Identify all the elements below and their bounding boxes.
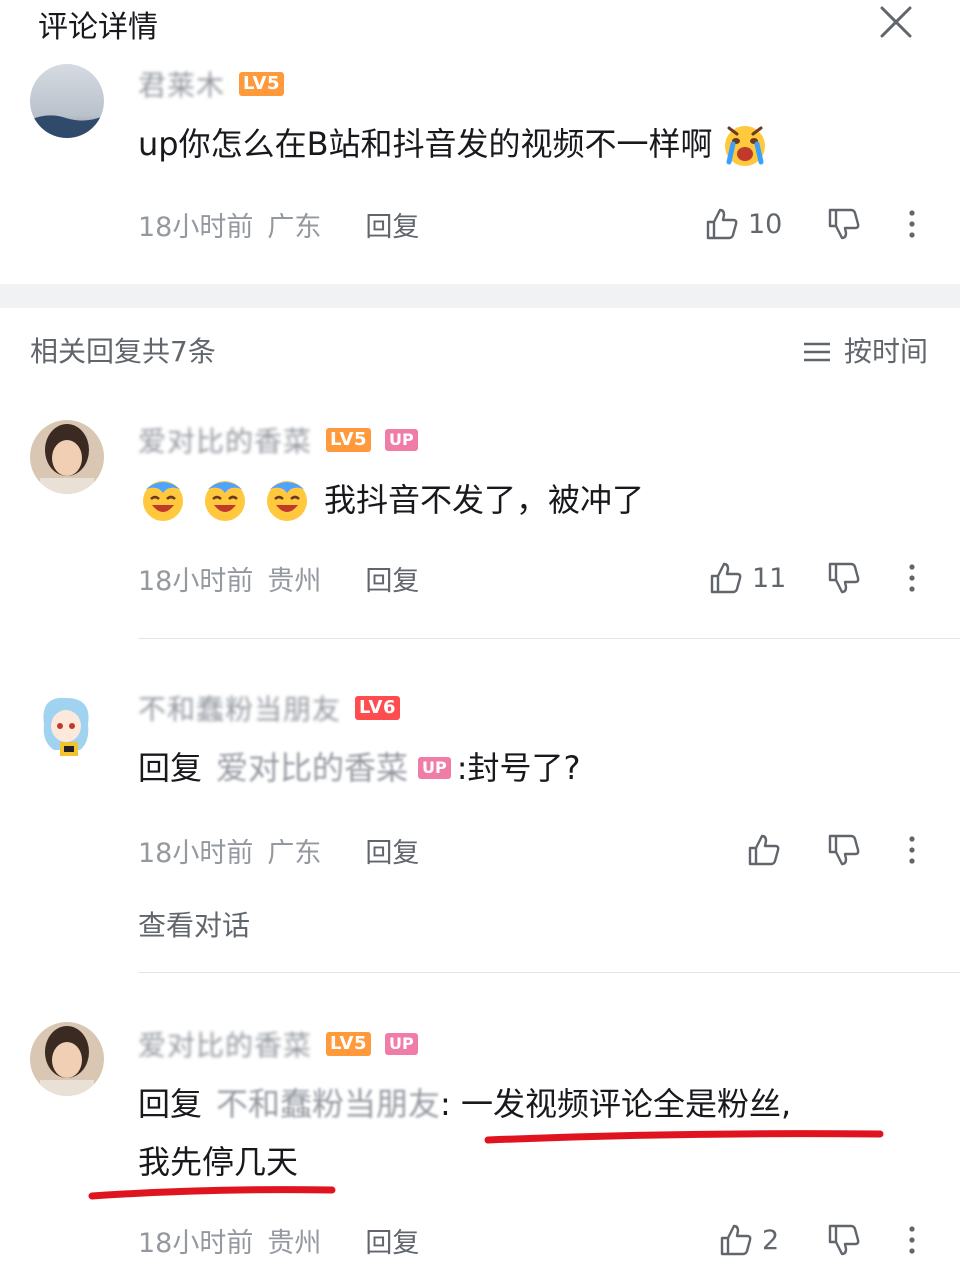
- divider: [138, 972, 960, 973]
- comment-content: 回复 不和蠢粉当朋友 : 一发视频评论全是粉丝,: [138, 1076, 791, 1132]
- more-dots-icon: [909, 564, 915, 592]
- mention-username[interactable]: 爱对比的香菜: [216, 740, 408, 796]
- dislike-button[interactable]: [824, 204, 864, 244]
- up-badge: UP: [384, 429, 418, 451]
- like-count: 10: [748, 208, 783, 240]
- level-badge: LV6: [355, 696, 400, 720]
- more-button[interactable]: [892, 1220, 932, 1260]
- mention-username[interactable]: 不和蠢粉当朋友: [216, 1076, 440, 1132]
- like-button[interactable]: 11: [708, 560, 786, 596]
- username[interactable]: 君莱木: [138, 64, 225, 104]
- like-button[interactable]: 10: [704, 206, 782, 242]
- username-row: 君莱木 LV5: [138, 66, 284, 102]
- comment-meta: 18小时前 广东 回复: [138, 830, 419, 870]
- comment-meta: 18小时前 贵州 回复: [138, 1220, 419, 1260]
- level-badge: LV5: [326, 428, 371, 452]
- like-button[interactable]: 2: [718, 1222, 779, 1258]
- sort-button[interactable]: 按时间: [802, 330, 928, 374]
- more-button[interactable]: [892, 830, 932, 870]
- dislike-button[interactable]: [824, 1220, 864, 1260]
- reply-count: 相关回复共7条: [30, 335, 216, 368]
- level-badge: LV5: [239, 72, 284, 96]
- thumbs-down-icon: [828, 562, 860, 594]
- header: 评论详情: [0, 0, 960, 48]
- comment-meta: 18小时前 广东 回复: [138, 204, 419, 244]
- comment-content: up你怎么在B站和抖音发的视频不一样啊: [138, 116, 771, 172]
- replies-header: 相关回复共7条 按时间: [0, 330, 960, 374]
- comment-meta: 18小时前 贵州 回复: [138, 558, 419, 598]
- dislike-button[interactable]: [824, 830, 864, 870]
- close-button[interactable]: [876, 2, 916, 42]
- level-badge: LV5: [326, 1032, 371, 1056]
- up-badge: UP: [384, 1033, 418, 1055]
- laughing-emoji-icon: [143, 481, 183, 521]
- more-dots-icon: [909, 210, 915, 238]
- laughing-emoji-icon: [267, 481, 307, 521]
- like-count: 11: [752, 562, 787, 594]
- more-button[interactable]: [892, 204, 932, 244]
- comment-text: up你怎么在B站和抖音发的视频不一样啊: [138, 125, 713, 163]
- thumbs-down-icon: [828, 208, 860, 240]
- comment-content-line2: 我先停几天: [138, 1134, 298, 1190]
- like-count: 2: [762, 1224, 780, 1256]
- comment-content: 回复 爱对比的香菜 UP :封号了?: [138, 740, 581, 796]
- username[interactable]: 不和蠢粉当朋友: [138, 688, 341, 728]
- username-row: 爱对比的香菜 LV5 UP: [138, 1026, 418, 1062]
- timestamp: 18小时前: [138, 565, 254, 597]
- region: 广东: [267, 837, 322, 869]
- comment-text-line1: : 一发视频评论全是粉丝,: [440, 1085, 792, 1123]
- up-badge: UP: [418, 757, 451, 779]
- close-icon: [880, 6, 912, 38]
- thumbs-up-icon: [748, 834, 780, 866]
- more-dots-icon: [909, 1226, 915, 1254]
- sort-label: 按时间: [843, 335, 928, 368]
- like-button[interactable]: [746, 832, 790, 868]
- timestamp: 18小时前: [138, 837, 254, 869]
- username[interactable]: 爱对比的香菜: [138, 1024, 312, 1064]
- reply-button[interactable]: 回复: [365, 559, 419, 598]
- more-button[interactable]: [892, 558, 932, 598]
- reply-button[interactable]: 回复: [365, 831, 419, 870]
- dislike-button[interactable]: [824, 558, 864, 598]
- comment-actions: 10: [704, 204, 782, 244]
- page-title: 评论详情: [38, 10, 158, 45]
- thumbs-up-icon: [706, 208, 738, 240]
- reply-button[interactable]: 回复: [365, 205, 419, 244]
- username-row: 不和蠢粉当朋友 LV6: [138, 690, 400, 726]
- comment-content: 我抖音不发了，被冲了: [138, 472, 644, 528]
- region: 贵州: [267, 1227, 322, 1259]
- avatar[interactable]: [30, 1022, 104, 1096]
- section-divider: [0, 284, 960, 308]
- comment-actions: 11: [708, 558, 786, 598]
- avatar[interactable]: [30, 690, 104, 764]
- comment-text-line2: 我先停几天: [138, 1143, 299, 1181]
- crying-emoji-icon: [724, 126, 765, 166]
- username-row: 爱对比的香菜 LV5 UP: [138, 422, 418, 458]
- region: 广东: [267, 211, 322, 243]
- reply-prefix: 回复: [138, 1085, 203, 1123]
- divider: [138, 638, 960, 639]
- view-conversation-link[interactable]: 查看对话: [138, 906, 250, 946]
- sort-icon: [803, 342, 830, 362]
- thumbs-down-icon: [828, 1224, 860, 1256]
- timestamp: 18小时前: [138, 1227, 254, 1259]
- more-dots-icon: [909, 836, 915, 864]
- comment-actions: [746, 830, 790, 870]
- comment-actions: 2: [718, 1220, 779, 1260]
- region: 贵州: [267, 565, 322, 597]
- thumbs-down-icon: [828, 834, 860, 866]
- thumbs-up-icon: [720, 1224, 752, 1256]
- laughing-emoji-icon: [205, 481, 245, 521]
- reply-prefix: 回复: [138, 749, 203, 787]
- comment-text: :封号了?: [456, 749, 581, 787]
- username[interactable]: 爱对比的香菜: [138, 420, 312, 460]
- comment-text: 我抖音不发了，被冲了: [324, 481, 645, 519]
- reply-button[interactable]: 回复: [365, 1221, 419, 1260]
- thumbs-up-icon: [710, 562, 742, 594]
- avatar[interactable]: [30, 64, 104, 138]
- avatar[interactable]: [30, 420, 104, 494]
- timestamp: 18小时前: [138, 211, 254, 243]
